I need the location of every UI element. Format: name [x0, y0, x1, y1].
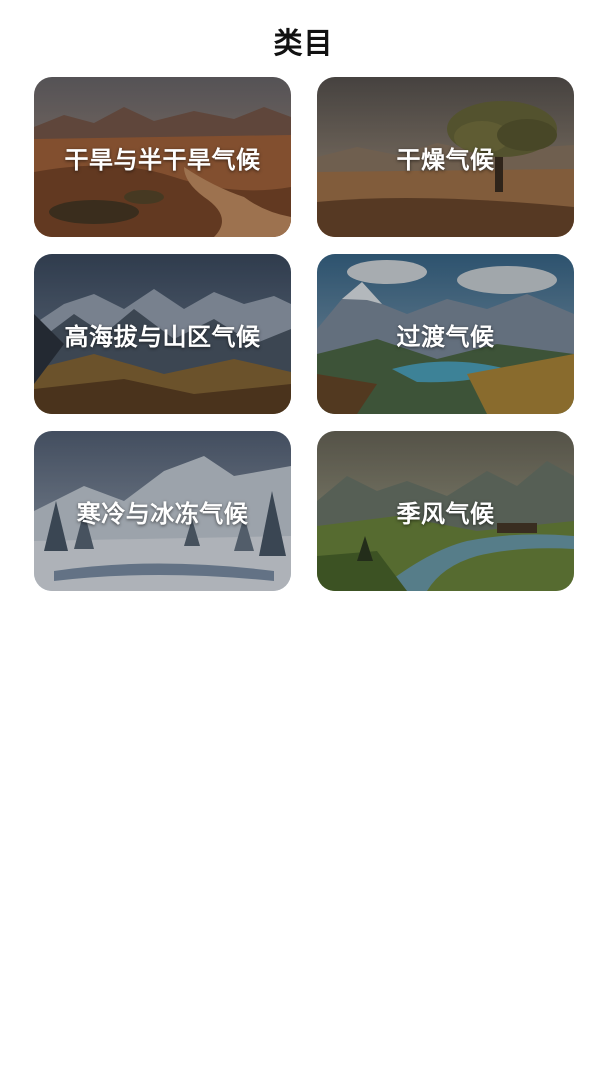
category-card-transitional[interactable]: 过渡气候	[317, 254, 574, 414]
header: 类目	[0, 0, 607, 78]
category-card-arid[interactable]: 干旱与半干旱气候	[34, 77, 291, 237]
category-card-highland[interactable]: 高海拔与山区气候	[34, 254, 291, 414]
category-page: 类目 干旱与半干旱气候 干燥气候 高海拔与山区气候 过渡气候 寒冷与冰冻气候 季…	[0, 0, 607, 1080]
category-label: 干旱与半干旱气候	[64, 145, 261, 174]
category-card-dry[interactable]: 干燥气候	[317, 77, 574, 237]
category-label: 过渡气候	[396, 322, 495, 351]
category-label: 高海拔与山区气候	[64, 322, 261, 351]
category-grid: 干旱与半干旱气候 干燥气候 高海拔与山区气候 过渡气候 寒冷与冰冻气候 季风气候	[34, 77, 574, 591]
page-title: 类目	[273, 26, 334, 60]
category-label: 寒冷与冰冻气候	[76, 499, 249, 528]
category-label: 季风气候	[396, 499, 495, 528]
category-card-monsoon[interactable]: 季风气候	[317, 431, 574, 591]
category-label: 干燥气候	[396, 145, 495, 174]
category-card-cold[interactable]: 寒冷与冰冻气候	[34, 431, 291, 591]
